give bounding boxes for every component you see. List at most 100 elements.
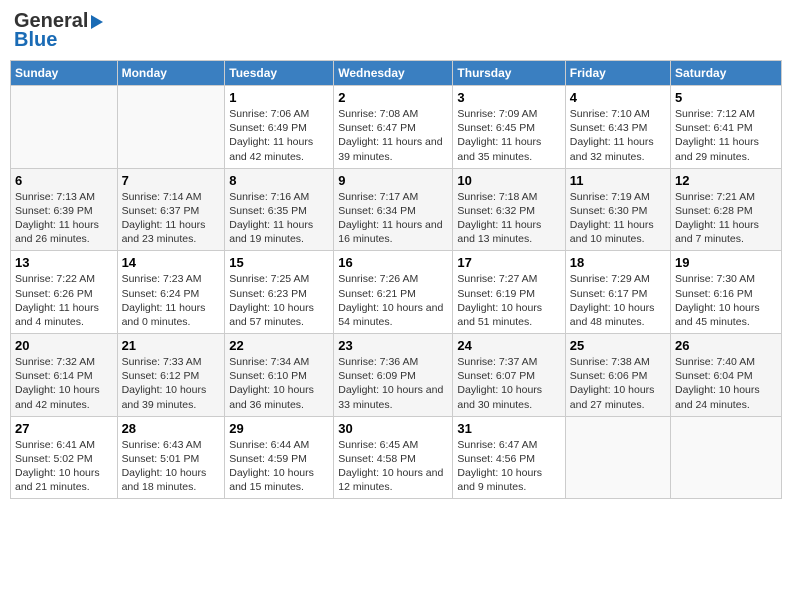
day-info: Sunrise: 7:17 AM Sunset: 6:34 PM Dayligh… (338, 190, 448, 247)
day-number: 9 (338, 173, 448, 188)
logo: General Blue (14, 10, 103, 52)
day-info: Sunrise: 7:37 AM Sunset: 6:07 PM Dayligh… (457, 355, 560, 412)
header-sunday: Sunday (11, 61, 118, 86)
calendar-cell: 1 Sunrise: 7:06 AM Sunset: 6:49 PM Daylig… (225, 86, 334, 169)
day-info: Sunrise: 7:13 AM Sunset: 6:39 PM Dayligh… (15, 190, 113, 247)
calendar-cell: 14 Sunrise: 7:23 AM Sunset: 6:24 PM Dayli… (117, 251, 225, 334)
day-number: 1 (229, 90, 329, 105)
calendar-cell: 11 Sunrise: 7:19 AM Sunset: 6:30 PM Dayli… (565, 168, 670, 251)
day-number: 12 (675, 173, 777, 188)
day-info: Sunrise: 7:18 AM Sunset: 6:32 PM Dayligh… (457, 190, 560, 247)
day-number: 4 (570, 90, 666, 105)
day-info: Sunrise: 7:30 AM Sunset: 6:16 PM Dayligh… (675, 272, 777, 329)
header-monday: Monday (117, 61, 225, 86)
day-info: Sunrise: 7:10 AM Sunset: 6:43 PM Dayligh… (570, 107, 666, 164)
calendar-cell: 29 Sunrise: 6:44 AM Sunset: 4:59 PM Dayli… (225, 416, 334, 499)
calendar-table: SundayMondayTuesdayWednesdayThursdayFrid… (10, 60, 782, 499)
calendar-cell: 24 Sunrise: 7:37 AM Sunset: 6:07 PM Dayli… (453, 334, 565, 417)
calendar-cell (117, 86, 225, 169)
calendar-cell: 17 Sunrise: 7:27 AM Sunset: 6:19 PM Dayli… (453, 251, 565, 334)
day-number: 10 (457, 173, 560, 188)
header-saturday: Saturday (671, 61, 782, 86)
day-info: Sunrise: 7:06 AM Sunset: 6:49 PM Dayligh… (229, 107, 329, 164)
day-info: Sunrise: 6:45 AM Sunset: 4:58 PM Dayligh… (338, 438, 448, 495)
calendar-week-3: 13Sunrise: 7:22 AM Sunset: 6:26 PM Dayli… (11, 251, 782, 334)
day-info: Sunrise: 7:38 AM Sunset: 6:06 PM Dayligh… (570, 355, 666, 412)
day-number: 25 (570, 338, 666, 353)
calendar-cell: 7 Sunrise: 7:14 AM Sunset: 6:37 PM Daylig… (117, 168, 225, 251)
calendar-cell: 31Sunrise: 6:47 AM Sunset: 4:56 PM Dayli… (453, 416, 565, 499)
day-info: Sunrise: 7:16 AM Sunset: 6:35 PM Dayligh… (229, 190, 329, 247)
day-info: Sunrise: 7:25 AM Sunset: 6:23 PM Dayligh… (229, 272, 329, 329)
day-number: 22 (229, 338, 329, 353)
calendar-cell: 26Sunrise: 7:40 AM Sunset: 6:04 PM Dayli… (671, 334, 782, 417)
day-info: Sunrise: 7:26 AM Sunset: 6:21 PM Dayligh… (338, 272, 448, 329)
day-info: Sunrise: 7:23 AM Sunset: 6:24 PM Dayligh… (122, 272, 221, 329)
calendar-cell: 25 Sunrise: 7:38 AM Sunset: 6:06 PM Dayli… (565, 334, 670, 417)
day-number: 13 (15, 255, 113, 270)
calendar-cell: 16 Sunrise: 7:26 AM Sunset: 6:21 PM Dayli… (334, 251, 453, 334)
calendar-cell: 13Sunrise: 7:22 AM Sunset: 6:26 PM Dayli… (11, 251, 118, 334)
day-number: 5 (675, 90, 777, 105)
calendar-cell: 9 Sunrise: 7:17 AM Sunset: 6:34 PM Daylig… (334, 168, 453, 251)
calendar-week-5: 27Sunrise: 6:41 AM Sunset: 5:02 PM Dayli… (11, 416, 782, 499)
day-number: 3 (457, 90, 560, 105)
day-info: Sunrise: 7:32 AM Sunset: 6:14 PM Dayligh… (15, 355, 113, 412)
day-number: 11 (570, 173, 666, 188)
calendar-cell: 8 Sunrise: 7:16 AM Sunset: 6:35 PM Daylig… (225, 168, 334, 251)
calendar-cell: 30 Sunrise: 6:45 AM Sunset: 4:58 PM Dayli… (334, 416, 453, 499)
day-number: 24 (457, 338, 560, 353)
day-info: Sunrise: 7:34 AM Sunset: 6:10 PM Dayligh… (229, 355, 329, 412)
day-number: 8 (229, 173, 329, 188)
day-number: 28 (122, 421, 221, 436)
day-number: 14 (122, 255, 221, 270)
calendar-cell: 6 Sunrise: 7:13 AM Sunset: 6:39 PM Daylig… (11, 168, 118, 251)
calendar-week-4: 20 Sunrise: 7:32 AM Sunset: 6:14 PM Dayli… (11, 334, 782, 417)
calendar-cell: 4 Sunrise: 7:10 AM Sunset: 6:43 PM Daylig… (565, 86, 670, 169)
calendar-cell: 27Sunrise: 6:41 AM Sunset: 5:02 PM Dayli… (11, 416, 118, 499)
day-number: 7 (122, 173, 221, 188)
calendar-cell: 28 Sunrise: 6:43 AM Sunset: 5:01 PM Dayli… (117, 416, 225, 499)
day-info: Sunrise: 6:47 AM Sunset: 4:56 PM Dayligh… (457, 438, 560, 495)
day-info: Sunrise: 7:19 AM Sunset: 6:30 PM Dayligh… (570, 190, 666, 247)
calendar-cell: 3 Sunrise: 7:09 AM Sunset: 6:45 PM Daylig… (453, 86, 565, 169)
day-number: 16 (338, 255, 448, 270)
calendar-week-1: 1 Sunrise: 7:06 AM Sunset: 6:49 PM Daylig… (11, 86, 782, 169)
day-info: Sunrise: 7:21 AM Sunset: 6:28 PM Dayligh… (675, 190, 777, 247)
day-info: Sunrise: 6:43 AM Sunset: 5:01 PM Dayligh… (122, 438, 221, 495)
calendar-cell: 19 Sunrise: 7:30 AM Sunset: 6:16 PM Dayli… (671, 251, 782, 334)
calendar-cell: 21 Sunrise: 7:33 AM Sunset: 6:12 PM Dayli… (117, 334, 225, 417)
calendar-cell: 22 Sunrise: 7:34 AM Sunset: 6:10 PM Dayli… (225, 334, 334, 417)
day-info: Sunrise: 7:14 AM Sunset: 6:37 PM Dayligh… (122, 190, 221, 247)
day-number: 17 (457, 255, 560, 270)
calendar-cell: 10 Sunrise: 7:18 AM Sunset: 6:32 PM Dayli… (453, 168, 565, 251)
day-number: 30 (338, 421, 448, 436)
day-number: 23 (338, 338, 448, 353)
day-number: 20 (15, 338, 113, 353)
day-info: Sunrise: 6:44 AM Sunset: 4:59 PM Dayligh… (229, 438, 329, 495)
day-number: 18 (570, 255, 666, 270)
day-number: 26 (675, 338, 777, 353)
day-info: Sunrise: 7:27 AM Sunset: 6:19 PM Dayligh… (457, 272, 560, 329)
calendar-cell: 23Sunrise: 7:36 AM Sunset: 6:09 PM Dayli… (334, 334, 453, 417)
day-info: Sunrise: 7:33 AM Sunset: 6:12 PM Dayligh… (122, 355, 221, 412)
day-number: 21 (122, 338, 221, 353)
calendar-cell (11, 86, 118, 169)
calendar-cell: 5Sunrise: 7:12 AM Sunset: 6:41 PM Daylig… (671, 86, 782, 169)
day-number: 15 (229, 255, 329, 270)
day-number: 19 (675, 255, 777, 270)
header-tuesday: Tuesday (225, 61, 334, 86)
calendar-header-row: SundayMondayTuesdayWednesdayThursdayFrid… (11, 61, 782, 86)
logo-triangle-icon (91, 15, 103, 29)
header-friday: Friday (565, 61, 670, 86)
day-info: Sunrise: 7:29 AM Sunset: 6:17 PM Dayligh… (570, 272, 666, 329)
header-wednesday: Wednesday (334, 61, 453, 86)
day-info: Sunrise: 7:08 AM Sunset: 6:47 PM Dayligh… (338, 107, 448, 164)
day-number: 6 (15, 173, 113, 188)
calendar-cell: 20 Sunrise: 7:32 AM Sunset: 6:14 PM Dayli… (11, 334, 118, 417)
calendar-cell: 18 Sunrise: 7:29 AM Sunset: 6:17 PM Dayli… (565, 251, 670, 334)
day-number: 29 (229, 421, 329, 436)
calendar-cell: 2Sunrise: 7:08 AM Sunset: 6:47 PM Daylig… (334, 86, 453, 169)
day-info: Sunrise: 7:09 AM Sunset: 6:45 PM Dayligh… (457, 107, 560, 164)
calendar-week-2: 6 Sunrise: 7:13 AM Sunset: 6:39 PM Daylig… (11, 168, 782, 251)
